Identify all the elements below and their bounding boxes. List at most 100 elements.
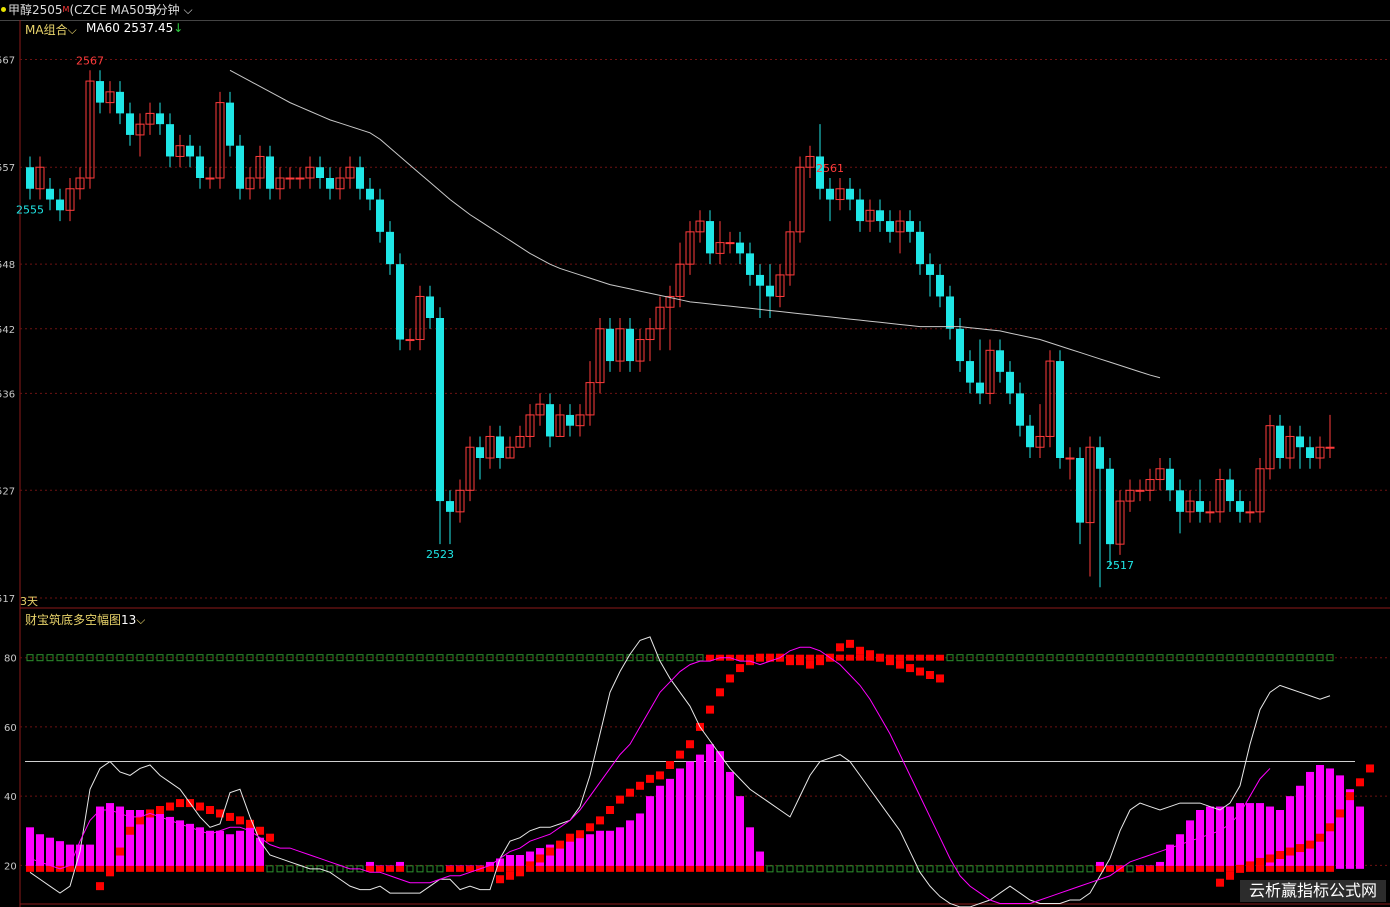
- watermark: 云析赢指标公式网: [1240, 880, 1386, 902]
- bottom-red-block: [1156, 865, 1164, 872]
- magenta-bar: [746, 827, 754, 869]
- candle-up: [1245, 511, 1255, 514]
- candle-down: [1306, 447, 1314, 458]
- red-bar: [116, 847, 124, 856]
- magenta-bar: [736, 796, 744, 869]
- candle-down: [436, 318, 444, 502]
- bottom-green-square: [996, 865, 1004, 873]
- magenta-bar: [236, 830, 244, 869]
- bottom-green-square: [1016, 865, 1024, 873]
- chevron-down-icon: ⌵: [67, 23, 77, 37]
- candle-down: [826, 188, 834, 200]
- magenta-bar: [1176, 834, 1184, 869]
- bottom-green-square: [1086, 865, 1094, 873]
- bottom-green-square: [416, 865, 424, 873]
- magenta-bar: [26, 827, 34, 869]
- bottom-red-block: [116, 865, 124, 872]
- red-bar: [896, 660, 904, 669]
- magenta-bar: [726, 771, 734, 869]
- indicator-title[interactable]: 财宝筑底多空幅图13⌵: [25, 611, 145, 628]
- red-bar: [546, 847, 554, 856]
- candle-down: [766, 285, 774, 297]
- price-annotation: 2561: [816, 162, 844, 175]
- bottom-red-block: [1176, 865, 1184, 872]
- bottom-red-block: [236, 865, 244, 872]
- red-bar: [1216, 878, 1224, 887]
- magenta-bar: [1356, 806, 1364, 869]
- bottom-green-square: [856, 865, 864, 873]
- red-bar: [126, 826, 134, 835]
- magenta-bar: [596, 830, 604, 869]
- candle-down: [396, 264, 404, 340]
- candle-down: [916, 231, 924, 265]
- bottom-green-square: [986, 865, 994, 873]
- magenta-bar: [36, 834, 44, 869]
- bottom-green-square: [266, 865, 274, 873]
- bottom-red-block: [176, 865, 184, 872]
- candle-down: [956, 328, 964, 362]
- price-annotation: 2567: [76, 54, 104, 67]
- candle-down: [496, 436, 504, 458]
- red-bar: [806, 660, 814, 669]
- candle-down: [1196, 501, 1204, 512]
- bottom-red-block: [626, 865, 634, 872]
- bottom-red-block: [216, 865, 224, 872]
- bottom-red-block: [686, 865, 694, 872]
- top-red-block: [876, 654, 884, 661]
- magenta-bar: [1316, 765, 1324, 869]
- red-bar: [1306, 840, 1314, 849]
- bottom-green-square: [936, 865, 944, 873]
- top-red-block: [866, 654, 874, 661]
- red-bar: [166, 802, 174, 811]
- candle-down: [376, 199, 384, 232]
- candle-up: [1135, 489, 1145, 492]
- magenta-bar: [586, 834, 594, 869]
- bottom-green-square: [966, 865, 974, 873]
- candle-down: [1006, 371, 1014, 394]
- bottom-green-square: [796, 865, 804, 873]
- red-bar: [616, 795, 624, 804]
- magenta-bar: [216, 830, 224, 869]
- bottom-red-block: [1286, 865, 1294, 872]
- candle-up: [405, 339, 415, 342]
- red-bar: [706, 705, 714, 714]
- bottom-red-block: [146, 865, 154, 872]
- candle-down: [706, 221, 714, 254]
- bottom-red-block: [736, 865, 744, 872]
- red-bar: [196, 802, 204, 811]
- bottom-green-square: [886, 865, 894, 873]
- bottom-green-square: [946, 865, 954, 873]
- candle-down: [1276, 425, 1284, 458]
- magenta-bar: [616, 827, 624, 869]
- bottom-red-block: [1316, 865, 1324, 872]
- magenta-bar: [166, 816, 174, 869]
- bottom-green-square: [956, 865, 964, 873]
- price-chart[interactable]: 567 557 548 542 536 527 517 80 60 40 20 2567 2555 252…: [0, 0, 1390, 907]
- red-bar: [566, 833, 574, 842]
- top-red-block: [816, 654, 824, 661]
- bottom-red-block: [1256, 865, 1264, 872]
- candle-down: [56, 199, 64, 211]
- red-bar: [506, 871, 514, 880]
- candle-down: [606, 328, 614, 362]
- bottom-green-square: [336, 865, 344, 873]
- top-red-block: [896, 654, 904, 661]
- bottom-green-square: [296, 865, 304, 873]
- top-red-block: [756, 654, 764, 661]
- bottom-red-block: [106, 865, 114, 872]
- bottom-red-block: [86, 865, 94, 872]
- bottom-red-block: [606, 865, 614, 872]
- price-axis-label: 548: [0, 260, 15, 271]
- bottom-red-block: [196, 865, 204, 872]
- red-bar: [206, 806, 214, 814]
- bottom-red-block: [1206, 865, 1214, 872]
- bottom-green-square: [926, 865, 934, 873]
- magenta-bar: [96, 806, 104, 869]
- magenta-bar: [256, 837, 264, 869]
- ma60-line: [229, 69, 1161, 379]
- magenta-bar: [1226, 806, 1234, 869]
- magenta-bar: [716, 751, 724, 869]
- red-bar: [156, 806, 164, 814]
- ma-group-selector[interactable]: MA组合⌵: [25, 21, 77, 38]
- bottom-red-block: [566, 865, 574, 872]
